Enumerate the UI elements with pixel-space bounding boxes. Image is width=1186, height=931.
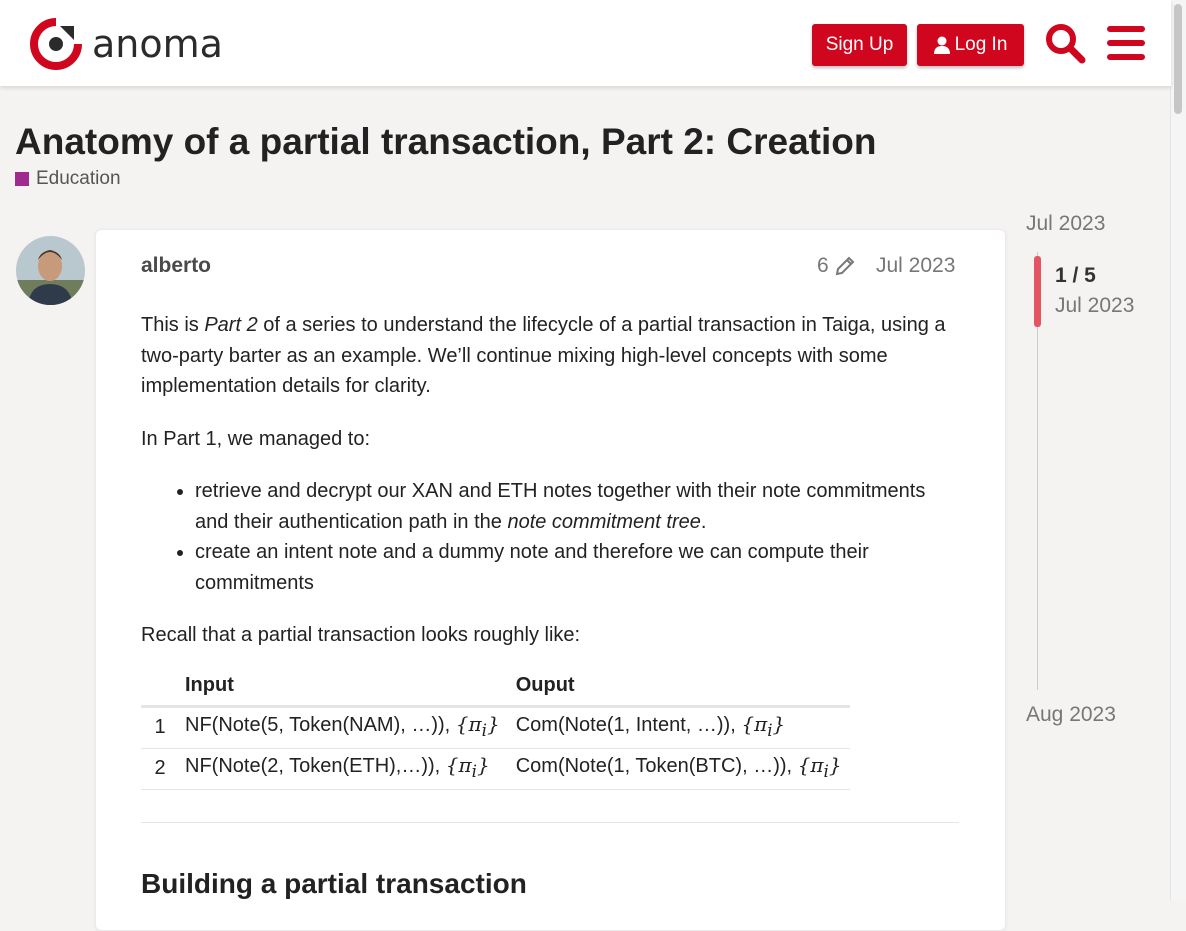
avatar-image [16,236,85,305]
table-header-num [141,666,177,708]
math-pi: {πi} [455,711,500,740]
edit-count: 6 [817,254,829,277]
list-item: retrieve and decrypt our XAN and ETH not… [195,476,959,537]
row-input: NF(Note(5, Token(NAM), …)), {πi} [177,706,508,749]
math-close: } [476,752,490,777]
timeline-handle[interactable] [1034,256,1041,327]
site-header: anoma Sign Up Log In [0,0,1171,86]
bullet-list: retrieve and decrypt our XAN and ETH not… [141,476,959,598]
list-item-emphasis: note commitment tree [507,510,701,533]
logo-wordmark: anoma [92,22,223,66]
partial-transaction-table: Input Ouput 1 NF(Note(5, Token(NAM), …))… [141,666,850,790]
logo-icon [30,18,82,70]
table-header-output: Ouput [507,666,850,708]
sign-up-button[interactable]: Sign Up [812,24,907,66]
input-text: NF(Note(5, Token(NAM), …)), [185,713,456,736]
intro-emphasis: Part 2 [204,314,258,336]
table-row: 2 NF(Note(2, Token(ETH),…)), {πi} Com(No… [141,748,850,790]
row-number: 2 [141,748,177,790]
list-item: create an intent note and a dummy note a… [195,537,959,598]
math-open: {π [455,711,482,736]
math-close: } [486,711,500,736]
hamburger-menu-icon[interactable] [1107,25,1145,61]
math-pi: {πi} [797,752,842,781]
post-card: alberto 6 Jul 2023 This is Part 2 of a s… [95,229,1006,931]
pencil-icon [835,256,855,276]
math-pi: {πi} [741,711,786,740]
output-text: Com(Note(1, Intent, …)), [515,713,742,736]
math-close: } [772,711,786,736]
category-swatch [15,172,29,186]
post-username[interactable]: alberto [141,254,211,278]
math-open: {π [445,752,472,777]
table-header-row: Input Ouput [141,666,850,708]
table-row: 1 NF(Note(5, Token(NAM), …)), {πi} Com(N… [141,706,850,749]
table-header-input: Input [177,666,508,708]
paragraph-intro: This is Part 2 of a series to understand… [141,310,959,402]
log-in-button[interactable]: Log In [917,24,1024,66]
category-badge[interactable]: Education [15,168,121,190]
post-body: This is Part 2 of a series to understand… [141,310,959,790]
row-input: NF(Note(2, Token(ETH),…)), {πi} [177,748,508,790]
divider [141,822,959,823]
intro-text-rest: of a series to understand the lifecycle … [141,314,946,397]
search-icon[interactable] [1044,22,1086,64]
edit-history-button[interactable]: 6 [817,254,856,278]
site-logo[interactable]: anoma [30,18,223,70]
page-scrollbar[interactable] [1170,0,1186,900]
scrollbar-thumb[interactable] [1174,4,1182,114]
math-close: } [828,752,842,777]
math-pi: {πi} [445,752,490,781]
input-text: NF(Note(2, Token(ETH),…)), [185,754,446,777]
list-item-text-end: . [700,510,707,533]
topic-timeline[interactable]: Jul 2023 1 / 5 Jul 2023 Aug 2023 [1026,212,1166,732]
category-label: Education [36,168,121,189]
section-heading: Building a partial transaction [141,868,527,899]
timeline-position: 1 / 5 [1055,264,1096,287]
intro-text: This is [141,314,205,336]
timeline-end-date[interactable]: Aug 2023 [1026,703,1116,727]
topic-title[interactable]: Anatomy of a partial transaction, Part 2… [15,121,876,163]
output-text: Com(Note(1, Token(BTC), …)), [515,754,798,777]
avatar[interactable] [16,236,85,305]
timeline-start-date[interactable]: Jul 2023 [1026,212,1105,236]
row-output: Com(Note(1, Token(BTC), …)), {πi} [507,748,850,790]
timeline-position-date: Jul 2023 [1055,294,1135,317]
post-date[interactable]: Jul 2023 [876,254,955,278]
paragraph-part1: In Part 1, we managed to: [141,427,371,450]
math-open: {π [741,711,768,736]
row-output: Com(Note(1, Intent, …)), {πi} [507,706,850,749]
row-number: 1 [141,706,177,749]
paragraph-recall: Recall that a partial transaction looks … [141,624,581,646]
user-icon [933,36,950,54]
math-open: {π [797,752,824,777]
log-in-label: Log In [954,34,1008,55]
